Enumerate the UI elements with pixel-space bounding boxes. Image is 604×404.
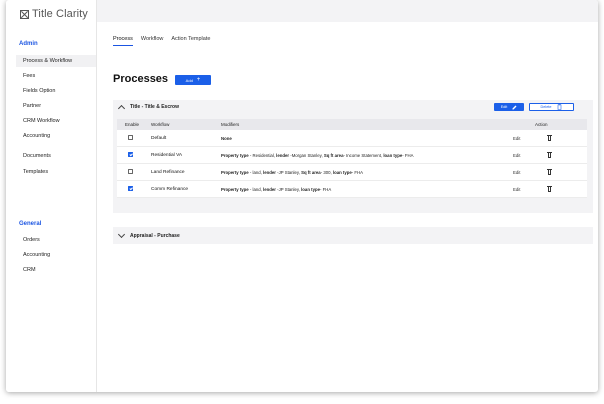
sidebar-item-orders[interactable]: Orders (16, 234, 96, 246)
row-delete-icon[interactable] (547, 186, 552, 192)
tab-process[interactable]: Process (113, 36, 133, 46)
trash-icon (557, 104, 562, 110)
pencil-icon (512, 105, 517, 109)
sidebar-item-process-workflow[interactable]: Process & Workflow (16, 55, 96, 67)
logo-icon (20, 9, 29, 19)
modifiers-text: Property type - land, lender -JP Stanley… (221, 187, 332, 192)
sidebar-item-general-accounting[interactable]: Accounting (16, 249, 96, 261)
workflow-name: Default (151, 136, 167, 141)
row-edit-link[interactable]: Edit (513, 130, 520, 147)
row-edit-link[interactable]: Edit (513, 164, 520, 181)
sidebar: Title Clarity Admin Process & Workflow F… (6, 0, 97, 392)
table-row: Residential VA Property type - Residenti… (117, 147, 587, 164)
col-enable: Enable (125, 122, 140, 127)
row-delete-icon[interactable] (547, 169, 552, 175)
add-button-label: Add (185, 77, 193, 83)
table-header: Enable Workflow Modifiers Action (117, 119, 587, 130)
top-bar (97, 0, 598, 22)
col-modifiers: Modifiers (221, 122, 240, 127)
chevron-up-icon[interactable] (117, 104, 126, 112)
chevron-down-icon[interactable] (117, 230, 126, 239)
table-row: Land Refinance Property type - land, len… (117, 164, 587, 181)
workflow-table: Enable Workflow Modifiers Action Default… (117, 119, 587, 198)
sidebar-item-templates[interactable]: Templates (16, 166, 96, 178)
tab-action-template[interactable]: Action Template (171, 36, 210, 46)
col-action: Action (535, 122, 548, 127)
app-window: Title Clarity Admin Process & Workflow F… (6, 0, 598, 392)
enable-checkbox[interactable] (128, 186, 133, 191)
page-title: Processes (113, 73, 169, 85)
row-delete-icon[interactable] (547, 152, 552, 158)
logo-text: Title Clarity (32, 8, 88, 20)
sidebar-section-admin: Admin (19, 41, 38, 47)
tab-bar: Process Workflow Action Template (113, 36, 210, 46)
table-row: Default None Edit (117, 130, 587, 147)
sidebar-item-accounting[interactable]: Accounting (16, 130, 96, 142)
panel-header[interactable]: Appraisal - Purchase (113, 227, 593, 244)
modifiers-text: Property type - Residential, lender -Mor… (221, 153, 414, 158)
main-content: Process Workflow Action Template Process… (97, 22, 598, 392)
workflow-name: Comm Refinance (151, 187, 189, 192)
workflow-name: Land Refinance (151, 170, 185, 175)
sidebar-item-crm[interactable]: CRM (16, 264, 96, 276)
process-panel-title-escrow: Title - Title & Escrow Edit Delete Enabl (113, 100, 593, 213)
sidebar-item-documents[interactable]: Documents (16, 150, 96, 162)
panel-title: Appraisal - Purchase (130, 232, 180, 239)
enable-checkbox[interactable] (128, 152, 133, 157)
sidebar-item-partner[interactable]: Partner (16, 100, 96, 112)
table-row: Comm Refinance Property type - land, len… (117, 181, 587, 198)
add-process-button[interactable]: Add + (175, 75, 211, 85)
row-edit-link[interactable]: Edit (513, 181, 520, 198)
col-workflow: Workflow (151, 122, 170, 127)
delete-process-button[interactable]: Delete (529, 103, 574, 111)
enable-checkbox[interactable] (128, 169, 133, 174)
row-delete-icon[interactable] (547, 135, 552, 141)
tab-workflow[interactable]: Workflow (141, 36, 164, 46)
row-edit-link[interactable]: Edit (513, 147, 520, 164)
panel-title: Title - Title & Escrow (130, 104, 179, 110)
sidebar-item-fields-option[interactable]: Fields Option (16, 85, 96, 97)
modifiers-text: None (221, 136, 232, 141)
sidebar-item-crm-workflow[interactable]: CRM Workflow (16, 115, 96, 127)
sidebar-item-fees[interactable]: Fees (16, 70, 96, 82)
edit-button-label: Edit (500, 105, 508, 109)
process-panel-appraisal: Appraisal - Purchase (113, 227, 593, 244)
modifiers-text: Property type - land, lender -JP Stanley… (221, 170, 363, 175)
delete-button-label: Delete (540, 105, 552, 109)
workflow-name: Residential VA (151, 153, 183, 158)
edit-process-button[interactable]: Edit (494, 103, 524, 111)
plus-icon: + (196, 77, 201, 83)
sidebar-section-general: General (19, 221, 42, 227)
logo: Title Clarity (20, 6, 88, 22)
panel-header[interactable]: Title - Title & Escrow Edit Delete (113, 100, 593, 114)
enable-checkbox[interactable] (128, 135, 133, 140)
